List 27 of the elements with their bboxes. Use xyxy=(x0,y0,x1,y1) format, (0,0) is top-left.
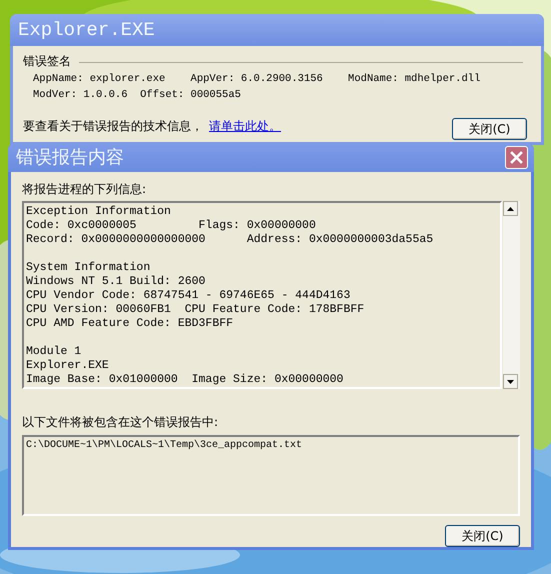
report-label: 将报告进程的下列信息: xyxy=(22,181,148,198)
report-line: System Information xyxy=(26,261,152,275)
window-title: 错误报告内容 xyxy=(16,146,124,170)
report-line: Image Base: 0x01000000 Image Size: 0x00000000 xyxy=(26,373,344,387)
report-line: Windows NT 5.1 Build: 2600 xyxy=(26,275,206,289)
close-button[interactable]: 关闭(C) xyxy=(445,525,520,547)
window-title: Explorer.EXE xyxy=(18,18,155,43)
report-line: Module 1 xyxy=(26,345,82,359)
group-label: 错误签名 xyxy=(23,53,71,70)
scrollbar[interactable] xyxy=(503,201,520,389)
files-label: 以下文件将被包含在这个错误报告中: xyxy=(22,414,220,431)
report-line: Code: 0xc0000005 Flags: 0x00000000 xyxy=(26,219,317,233)
report-line: CPU Version: 00060FB1 CPU Feature Code: 178BFBFF xyxy=(26,303,366,317)
close-button[interactable]: 关闭(C) xyxy=(452,118,527,140)
file-path: C:\DOCUME~1\PM\LOCALS~1\Temp\3ce_appcompat.txt xyxy=(26,439,304,453)
scroll-down-icon[interactable] xyxy=(503,374,518,389)
report-line: CPU Vendor Code: 68747541 - 69746E65 - 444D4163 xyxy=(26,289,352,303)
close-icon[interactable] xyxy=(505,146,528,169)
signature-detail: AppName: explorer.exe AppVer: 6.0.2900.3156 ModName: mdhelper.dll xyxy=(33,72,482,86)
details-link[interactable]: 请单击此处。 xyxy=(209,117,281,135)
signature-detail: ModVer: 1.0.0.6 Offset: 000055a5 xyxy=(33,88,242,102)
report-line: Record: 0x0000000000000000 Address: 0x0000000003da55a5 xyxy=(26,233,434,247)
report-line: Explorer.EXE xyxy=(26,359,110,373)
report-line: CPU AMD Feature Code: EBD3FBFF xyxy=(26,317,234,331)
report-line: Exception Information xyxy=(26,205,172,219)
scroll-up-icon[interactable] xyxy=(503,201,518,216)
info-text: 要查看关于错误报告的技术信息， xyxy=(23,118,203,135)
